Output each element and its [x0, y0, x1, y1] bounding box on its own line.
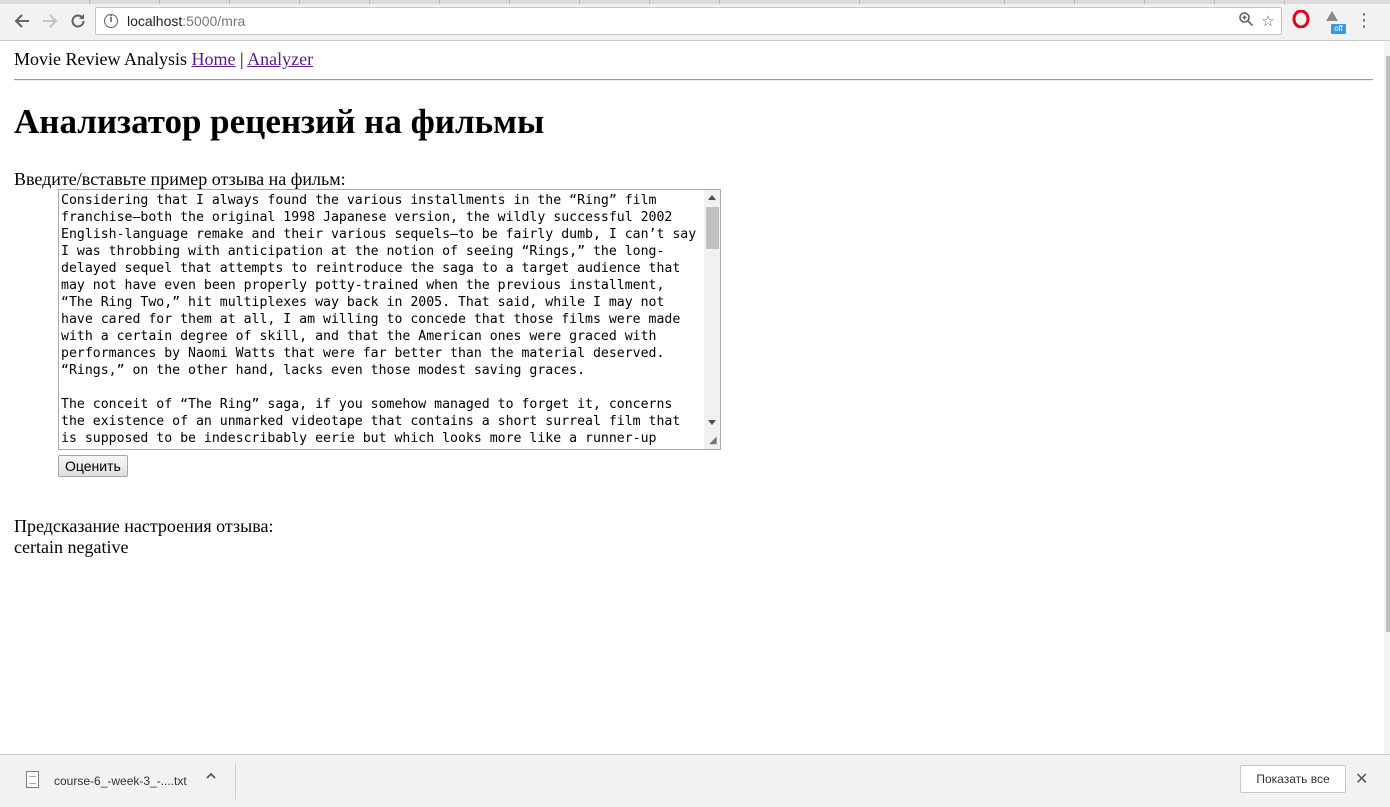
- review-text[interactable]: Considering that I always found the vari…: [59, 190, 704, 449]
- zoom-icon[interactable]: [1236, 11, 1256, 31]
- scroll-up-icon[interactable]: [708, 195, 716, 200]
- text-file-icon: [26, 771, 39, 788]
- browser-tab[interactable]: [300, 0, 370, 4]
- show-all-button[interactable]: Показать все: [1240, 765, 1346, 793]
- chevron-up-icon[interactable]: [205, 770, 217, 786]
- prediction-value: certain negative: [14, 537, 129, 557]
- opera-icon[interactable]: [1289, 9, 1313, 33]
- page-content: Movie Review Analysis Home | Analyzer Ан…: [0, 41, 1384, 754]
- home-link[interactable]: Home: [192, 49, 236, 69]
- browser-tab[interactable]: [160, 0, 230, 4]
- browser-tab[interactable]: [1145, 0, 1215, 4]
- textarea-scrollbar[interactable]: [704, 190, 720, 449]
- bookmark-star-icon[interactable]: ☆: [1258, 11, 1278, 31]
- back-arrow-icon[interactable]: [10, 9, 34, 33]
- browser-tab[interactable]: [720, 0, 860, 4]
- info-icon[interactable]: i: [104, 14, 118, 28]
- shelf-divider: [235, 763, 236, 799]
- browser-tab[interactable]: [90, 0, 160, 4]
- tab-strip[interactable]: [0, 0, 1390, 4]
- top-navigation: Movie Review Analysis Home | Analyzer: [14, 49, 313, 70]
- review-input-label: Введите/вставьте пример отзыва на фильм:: [14, 169, 346, 189]
- resize-handle-icon[interactable]: ◢: [709, 436, 719, 446]
- brand-text: Movie Review Analysis: [14, 49, 187, 69]
- url-host: localhost: [127, 13, 183, 29]
- page-scrollbar-thumb[interactable]: [1386, 56, 1390, 632]
- scroll-down-icon[interactable]: [708, 420, 716, 425]
- browser-tab[interactable]: [510, 0, 580, 4]
- vpn-off-badge: off: [1331, 24, 1346, 34]
- analyzer-link[interactable]: Analyzer: [247, 49, 313, 69]
- browser-tab[interactable]: [1215, 0, 1285, 4]
- horizontal-rule: [14, 79, 1373, 81]
- browser-toolbar: i localhost:5000/mra ☆ off ⋮: [0, 0, 1390, 41]
- browser-tab[interactable]: [1005, 0, 1075, 4]
- browser-tab[interactable]: [935, 0, 1005, 4]
- forward-arrow-icon[interactable]: [38, 9, 62, 33]
- kebab-menu-icon[interactable]: ⋮: [1352, 9, 1376, 33]
- prediction-label: Предсказание настроения отзыва:: [14, 516, 274, 536]
- url-path: :5000/mra: [182, 13, 246, 29]
- scrollbar-thumb[interactable]: [706, 207, 719, 249]
- url-text[interactable]: localhost:5000/mra: [127, 13, 245, 29]
- browser-tab[interactable]: [1075, 0, 1145, 4]
- address-bar[interactable]: i localhost:5000/mra ☆: [95, 7, 1282, 35]
- browser-tab[interactable]: [370, 0, 440, 4]
- nav-separator: |: [240, 49, 244, 69]
- page-title: Анализатор рецензий на фильмы: [14, 102, 545, 141]
- download-file-name[interactable]: course-6_-week-3_-....txt: [54, 774, 187, 788]
- evaluate-button[interactable]: Оценить: [58, 455, 128, 477]
- browser-tab[interactable]: [230, 0, 300, 4]
- browser-tab[interactable]: [650, 0, 720, 4]
- browser-tab[interactable]: [0, 0, 90, 4]
- close-icon[interactable]: ✕: [1355, 769, 1368, 788]
- browser-tab[interactable]: [440, 0, 510, 4]
- download-shelf: course-6_-week-3_-....txt Показать все ✕: [0, 754, 1390, 807]
- review-textarea[interactable]: Considering that I always found the vari…: [58, 189, 721, 450]
- reload-icon[interactable]: [66, 9, 90, 33]
- browser-tab[interactable]: [580, 0, 650, 4]
